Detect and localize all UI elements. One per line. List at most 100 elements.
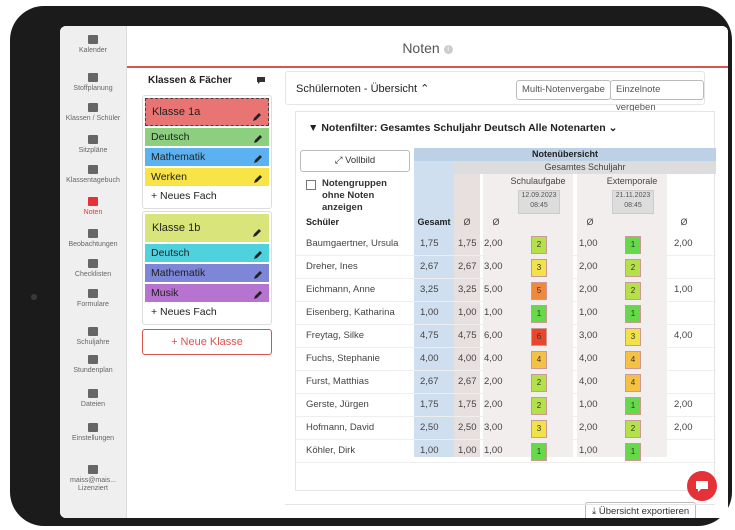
extemporale-grade[interactable]: 1 bbox=[625, 305, 641, 323]
subject-item[interactable]: Mathematik bbox=[145, 264, 269, 282]
ex-time-text: 08:45 bbox=[624, 202, 642, 209]
edit-pencil-icon[interactable] bbox=[253, 248, 263, 259]
grades-table-box: ▼ Notenfilter: Gesamtes Schuljahr Deutsc… bbox=[295, 111, 716, 491]
edit-pencil-icon[interactable] bbox=[252, 106, 262, 121]
subject-item[interactable]: Deutsch bbox=[145, 128, 269, 146]
info-icon[interactable]: i bbox=[443, 44, 453, 54]
extemporale-grade[interactable]: 1 bbox=[625, 397, 641, 415]
schulaufgabe-date[interactable]: 12.09.2023 08:45 bbox=[518, 190, 560, 214]
sa-average: 1,00 bbox=[484, 307, 503, 318]
table-row[interactable]: Fuchs, Stephanie 4,00 4,00 4,00 4,00 4 4 bbox=[296, 348, 716, 371]
schulaufgabe-grade[interactable]: 2 bbox=[531, 374, 547, 392]
extemporale-grade[interactable]: 1 bbox=[625, 443, 641, 461]
sidebar-item-2[interactable]: Klassen / Schüler bbox=[60, 102, 126, 123]
checkbox-label: Notengruppen ohne Noten anzeigen bbox=[322, 178, 387, 213]
chat-fab-button[interactable] bbox=[687, 471, 717, 501]
sidebar-item-0[interactable]: Kalender bbox=[60, 34, 126, 55]
sidebar-item-6[interactable]: Beobachtungen bbox=[60, 228, 126, 249]
schulaufgabe-grade[interactable]: 6 bbox=[531, 328, 547, 346]
average: 1,75 bbox=[458, 399, 477, 410]
ex-average: 2,00 bbox=[579, 422, 598, 433]
class-title[interactable]: Klasse 1b bbox=[145, 214, 269, 242]
sidebar-item-7[interactable]: Checklisten bbox=[60, 258, 126, 279]
grid-icon bbox=[87, 134, 99, 145]
schulaufgabe-grade[interactable]: 1 bbox=[531, 443, 547, 461]
table-row[interactable]: Eichmann, Anne 3,25 3,25 5,00 2,00 1,00 5 2 bbox=[296, 279, 716, 302]
sidebar-item-10[interactable]: Stundenplan bbox=[60, 354, 126, 375]
ex-average: 1,00 bbox=[579, 238, 598, 249]
sidebar-item-3[interactable]: Sitzpläne bbox=[60, 134, 126, 155]
edit-pencil-icon[interactable] bbox=[253, 152, 263, 163]
schulaufgabe-grade[interactable]: 5 bbox=[531, 282, 547, 300]
edit-pencil-icon[interactable] bbox=[253, 288, 263, 299]
sa-average: 1,00 bbox=[484, 445, 503, 456]
subject-item[interactable]: Mathematik bbox=[145, 148, 269, 166]
schulaufgabe-grade[interactable]: 4 bbox=[531, 351, 547, 369]
sidebar-item-11[interactable]: Dateien bbox=[60, 388, 126, 409]
subject-item[interactable]: Deutsch bbox=[145, 244, 269, 262]
table-row[interactable]: Gerste, Jürgen 1,75 1,75 2,00 1,00 2,00 2 1 bbox=[296, 394, 716, 417]
extemporale-grade[interactable]: 4 bbox=[625, 351, 641, 369]
edit-pencil-icon[interactable] bbox=[253, 172, 263, 183]
table-row[interactable]: Freytag, Silke 4,75 4,75 6,00 3,00 4,00 6 3 bbox=[296, 325, 716, 348]
sidebar-item-9[interactable]: Schuljahre bbox=[60, 326, 126, 347]
table-row[interactable]: Baumgaertner, Ursula 1,75 1,75 2,00 1,00 2,00… bbox=[296, 233, 716, 256]
table-row[interactable]: Furst, Matthias 2,67 2,67 2,00 4,00 2 4 bbox=[296, 371, 716, 394]
extemporale-grade[interactable]: 4 bbox=[625, 374, 641, 392]
next-average: 2,00 bbox=[674, 399, 693, 410]
schulaufgabe-grade[interactable]: 3 bbox=[531, 420, 547, 438]
class-title[interactable]: Klasse 1a bbox=[145, 98, 269, 126]
overview-header: Schülernoten - Übersicht ⌃ Multi-Notenve… bbox=[285, 71, 705, 113]
classes-panel-title: Klassen & Fächer bbox=[148, 75, 232, 86]
next-average: 1,00 bbox=[674, 284, 693, 295]
subject-name: Deutsch bbox=[151, 247, 190, 259]
sidebar-item-label: Einstellungen bbox=[71, 435, 115, 442]
chat-icon[interactable] bbox=[256, 76, 266, 85]
check-icon bbox=[87, 258, 99, 269]
table-row[interactable]: Köhler, Dirk 1,00 1,00 1,00 1,00 1 1 bbox=[296, 440, 716, 463]
edit-pencil-icon[interactable] bbox=[253, 132, 263, 143]
sidebar-item-13[interactable]: maiss@mais... Lizenziert bbox=[60, 464, 126, 493]
calendar-icon bbox=[87, 34, 99, 45]
extemporale-grade[interactable]: 1 bbox=[625, 236, 641, 254]
sidebar-item-5[interactable]: Noten bbox=[60, 196, 126, 217]
overview-title-text: Schülernoten - Übersicht bbox=[296, 83, 418, 95]
sidebar-item-8[interactable]: Formulare bbox=[60, 288, 126, 309]
grade-filter[interactable]: ▼ Notenfilter: Gesamtes Schuljahr Deutsc… bbox=[308, 122, 617, 134]
filter-icon: ▼ bbox=[308, 122, 319, 134]
add-subject-button[interactable]: + Neues Fach bbox=[145, 302, 269, 322]
edit-pencil-icon[interactable] bbox=[253, 268, 263, 279]
ex-avg-column-header: Ø bbox=[586, 217, 594, 227]
student-name: Freytag, Silke bbox=[306, 330, 365, 341]
sidebar-item-4[interactable]: Klassentagebuch bbox=[60, 164, 126, 185]
extemporale-grade[interactable]: 2 bbox=[625, 420, 641, 438]
sidebar-item-1[interactable]: Stoffplanung bbox=[60, 72, 126, 93]
sidebar-item-12[interactable]: Einstellungen bbox=[60, 422, 126, 443]
average: 2,50 bbox=[458, 422, 477, 433]
schulaufgabe-grade[interactable]: 3 bbox=[531, 259, 547, 277]
extemporale-date[interactable]: 21.11.2023 08:45 bbox=[612, 190, 654, 214]
add-subject-button[interactable]: + Neues Fach bbox=[145, 186, 269, 206]
empty-groups-checkbox[interactable]: Notengruppen ohne Noten anzeigen bbox=[306, 178, 412, 214]
fullscreen-button[interactable]: ⤢ Vollbild bbox=[300, 150, 410, 172]
edit-pencil-icon[interactable] bbox=[252, 222, 262, 237]
schulaufgabe-grade[interactable]: 2 bbox=[531, 236, 547, 254]
subject-item[interactable]: Werken bbox=[145, 168, 269, 186]
extemporale-grade[interactable]: 2 bbox=[625, 259, 641, 277]
new-class-button[interactable]: + Neue Klasse bbox=[142, 329, 272, 355]
extemporale-grade[interactable]: 2 bbox=[625, 282, 641, 300]
sa-time-text: 08:45 bbox=[530, 202, 548, 209]
schulaufgabe-grade[interactable]: 2 bbox=[531, 397, 547, 415]
single-grade-button[interactable]: Einzelnote vergeben bbox=[610, 80, 704, 113]
extemporale-grade[interactable]: 3 bbox=[625, 328, 641, 346]
subject-item[interactable]: Musik bbox=[145, 284, 269, 302]
multi-grade-button[interactable]: Multi-Notenvergabe bbox=[516, 80, 611, 100]
table-row[interactable]: Hofmann, David 2,50 2,50 3,00 2,00 2,00 3 2 bbox=[296, 417, 716, 440]
page-title: Noten i bbox=[127, 40, 728, 56]
table-row[interactable]: Dreher, Ines 2,67 2,67 3,00 2,00 3 2 bbox=[296, 256, 716, 279]
table-row[interactable]: Eisenberg, Katharina 1,00 1,00 1,00 1,00 1 1 bbox=[296, 302, 716, 325]
chevron-up-icon[interactable]: ⌃ bbox=[420, 83, 429, 95]
overview-title[interactable]: Schülernoten - Übersicht ⌃ bbox=[296, 82, 429, 95]
schulaufgabe-grade[interactable]: 1 bbox=[531, 305, 547, 323]
checkbox[interactable] bbox=[306, 180, 316, 190]
